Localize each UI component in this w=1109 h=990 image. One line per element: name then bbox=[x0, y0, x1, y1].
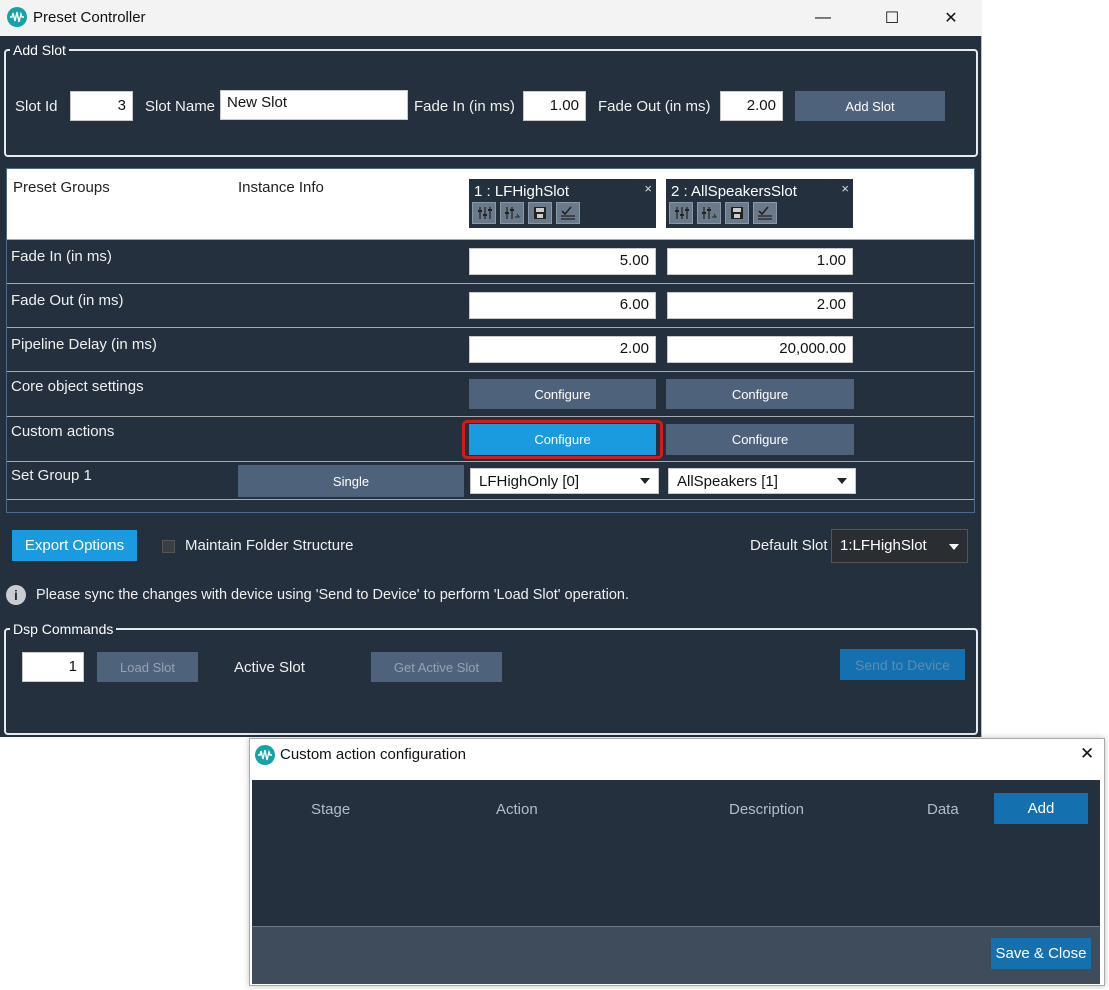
slot2-fade-out-input[interactable]: 2.00 bbox=[667, 292, 853, 319]
slot-card-1[interactable]: 1 : LFHighSlot × bbox=[469, 179, 656, 228]
column-header-action: Action bbox=[496, 801, 538, 818]
add-slot-button[interactable]: Add Slot bbox=[795, 91, 945, 121]
slot1-pipeline-delay-input[interactable]: 2.00 bbox=[469, 336, 656, 363]
slot-card-name: 1 : LFHighSlot bbox=[474, 183, 570, 200]
grid-header: Preset Groups Instance Info 1 : LFHighSl… bbox=[7, 169, 974, 239]
grid-footer bbox=[7, 499, 974, 512]
column-header-data: Data bbox=[927, 801, 959, 818]
slot2-custom-configure-button[interactable]: Configure bbox=[666, 424, 854, 455]
fade-out-input[interactable]: 2.00 bbox=[720, 91, 783, 121]
slot-card-name: 2 : AllSpeakersSlot bbox=[671, 183, 797, 200]
maximize-button[interactable]: ☐ bbox=[869, 0, 915, 36]
dsp-slot-input[interactable]: 1 bbox=[22, 652, 84, 682]
slot1-custom-configure-button[interactable]: Configure bbox=[469, 424, 656, 455]
active-slot-label: Active Slot bbox=[234, 659, 305, 676]
core-object-row: Core object settings Configure Configure bbox=[7, 371, 974, 416]
slot2-group-select[interactable]: AllSpeakers [1] bbox=[668, 468, 856, 494]
app-waveform-icon bbox=[7, 7, 27, 27]
custom-action-dialog: Custom action configuration ✕ Stage Acti… bbox=[249, 738, 1105, 986]
select-value: LFHighOnly [0] bbox=[479, 473, 580, 490]
close-button[interactable]: ✕ bbox=[928, 0, 974, 36]
custom-actions-row: Custom actions Configure Configure bbox=[7, 416, 974, 461]
dsp-commands-group-title: Dsp Commands bbox=[10, 621, 117, 637]
save-icon[interactable] bbox=[528, 202, 552, 224]
get-active-slot-button[interactable]: Get Active Slot bbox=[371, 652, 502, 682]
info-icon: i bbox=[6, 585, 26, 605]
sliders-arrow-icon[interactable] bbox=[697, 202, 721, 224]
preset-controller-window: Preset Controller — ☐ ✕ Add Slot Slot Id… bbox=[0, 0, 982, 737]
dialog-close-button[interactable]: ✕ bbox=[1080, 744, 1094, 764]
dialog-title: Custom action configuration bbox=[280, 746, 466, 763]
default-slot-label: Default Slot bbox=[750, 537, 828, 554]
fade-out-row: Fade Out (in ms) 6.00 2.00 bbox=[7, 283, 974, 327]
row-label: Core object settings bbox=[11, 378, 144, 395]
row-label: Set Group 1 bbox=[11, 467, 92, 484]
slot-card-2[interactable]: 2 : AllSpeakersSlot × bbox=[666, 179, 853, 228]
row-label: Fade In (in ms) bbox=[11, 248, 112, 265]
default-slot-select[interactable]: 1:LFHighSlot bbox=[831, 529, 968, 563]
send-to-device-button[interactable]: Send to Device bbox=[840, 649, 965, 680]
fade-in-input[interactable]: 1.00 bbox=[523, 91, 586, 121]
fade-in-row: Fade In (in ms) 5.00 1.00 bbox=[7, 239, 974, 283]
window-title: Preset Controller bbox=[33, 9, 146, 26]
remove-slot-icon[interactable]: × bbox=[644, 181, 652, 196]
remove-slot-icon[interactable]: × bbox=[841, 181, 849, 196]
instance-info-header: Instance Info bbox=[238, 179, 324, 196]
chevron-down-icon bbox=[640, 478, 650, 484]
app-waveform-icon bbox=[255, 745, 275, 765]
slot-card-toolbar bbox=[472, 202, 580, 224]
dialog-footer: Save & Close bbox=[252, 926, 1100, 984]
group-mode-button[interactable]: Single bbox=[238, 465, 464, 497]
add-slot-group-title: Add Slot bbox=[10, 42, 69, 58]
sliders-arrow-icon[interactable] bbox=[500, 202, 524, 224]
row-label: Fade Out (in ms) bbox=[11, 292, 124, 309]
checklist-icon[interactable] bbox=[556, 202, 580, 224]
maintain-folder-checkbox[interactable] bbox=[162, 540, 175, 553]
slot2-fade-in-input[interactable]: 1.00 bbox=[667, 248, 853, 275]
slot1-fade-in-input[interactable]: 5.00 bbox=[469, 248, 656, 275]
chevron-down-icon bbox=[837, 478, 847, 484]
export-options-button[interactable]: Export Options bbox=[12, 530, 137, 561]
slot-id-input[interactable]: 3 bbox=[70, 91, 133, 121]
save-icon[interactable] bbox=[725, 202, 749, 224]
sliders-icon[interactable] bbox=[669, 202, 693, 224]
slot2-core-configure-button[interactable]: Configure bbox=[666, 379, 854, 409]
slot-id-label: Slot Id bbox=[15, 98, 58, 115]
checklist-icon[interactable] bbox=[753, 202, 777, 224]
slot1-fade-out-input[interactable]: 6.00 bbox=[469, 292, 656, 319]
select-value: AllSpeakers [1] bbox=[677, 473, 778, 490]
preset-grid: Preset Groups Instance Info 1 : LFHighSl… bbox=[6, 168, 975, 513]
add-action-button[interactable]: Add bbox=[994, 793, 1088, 824]
row-label: Custom actions bbox=[11, 423, 115, 440]
dialog-body: Stage Action Description Data Add bbox=[252, 780, 1100, 926]
fade-in-label: Fade In (in ms) bbox=[414, 98, 515, 115]
pipeline-delay-row: Pipeline Delay (in ms) 2.00 20,000.00 bbox=[7, 327, 974, 371]
slot-name-input[interactable]: New Slot bbox=[220, 90, 408, 120]
slot1-group-select[interactable]: LFHighOnly [0] bbox=[470, 468, 659, 494]
sliders-icon[interactable] bbox=[472, 202, 496, 224]
maintain-folder-label: Maintain Folder Structure bbox=[185, 537, 354, 554]
slot-card-toolbar bbox=[669, 202, 777, 224]
select-value: 1:LFHighSlot bbox=[840, 537, 927, 554]
column-header-stage: Stage bbox=[311, 801, 351, 818]
slot2-pipeline-delay-input[interactable]: 20,000.00 bbox=[667, 336, 853, 363]
chevron-down-icon bbox=[949, 544, 959, 550]
save-close-button[interactable]: Save & Close bbox=[991, 938, 1091, 969]
minimize-button[interactable]: — bbox=[800, 0, 846, 36]
slot1-core-configure-button[interactable]: Configure bbox=[469, 379, 656, 409]
main-titlebar: Preset Controller — ☐ ✕ bbox=[0, 0, 982, 36]
info-message: Please sync the changes with device usin… bbox=[36, 587, 630, 603]
fade-out-label: Fade Out (in ms) bbox=[598, 98, 711, 115]
column-header-description: Description bbox=[729, 801, 805, 818]
load-slot-button[interactable]: Load Slot bbox=[97, 652, 198, 682]
slot-name-label: Slot Name bbox=[145, 98, 216, 115]
set-group-row: Set Group 1 Single LFHighOnly [0] AllSpe… bbox=[7, 461, 974, 499]
preset-groups-header: Preset Groups bbox=[13, 179, 110, 196]
row-label: Pipeline Delay (in ms) bbox=[11, 336, 157, 353]
